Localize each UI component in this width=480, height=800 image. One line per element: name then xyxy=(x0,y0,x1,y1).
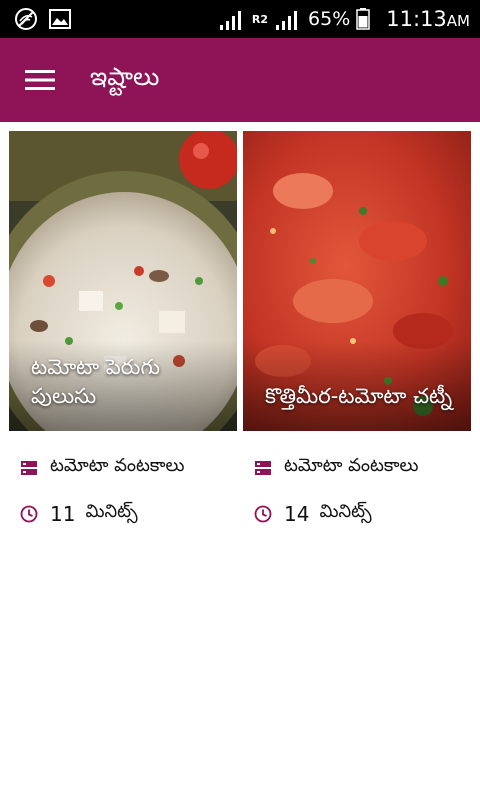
recipe-card[interactable]: టమోటా పెరుగు పులుసు టమోటా వంటకాలు 11 మిన… xyxy=(9,131,237,551)
recipe-title[interactable]: కొత్తిమీర-టమోటా చట్నీ xyxy=(265,382,457,411)
page-title: ఇష్టాలు xyxy=(90,62,160,91)
status-left-icons xyxy=(14,7,72,31)
clock-ampm: AM xyxy=(446,12,470,30)
recipe-image[interactable]: కొత్తిమీర-టమోటా చట్నీ xyxy=(243,131,471,431)
status-bar: R2 65% 11:13AM xyxy=(0,0,480,38)
clock-time: 11:13AM xyxy=(386,7,470,31)
recipe-title[interactable]: టమోటా పెరుగు పులుసు xyxy=(31,353,223,411)
menu-button[interactable] xyxy=(20,60,60,100)
network-type-label: R2 xyxy=(251,12,269,26)
recipe-card[interactable]: కొత్తిమీర-టమోటా చట్నీ టమోటా వంటకాలు 14 మ… xyxy=(243,131,471,551)
clock-icon xyxy=(20,505,38,522)
category-icon xyxy=(255,460,271,475)
clock-hours-minutes: 11:13 xyxy=(386,7,447,31)
status-right-icons: R2 65% 11:13AM xyxy=(218,4,470,34)
recipe-image[interactable]: టమోటా పెరుగు పులుసు xyxy=(9,131,237,431)
hamburger-menu-icon[interactable] xyxy=(25,68,55,92)
recipe-time-value: 11 xyxy=(50,501,76,526)
recipe-time-unit: మినిట్స్ xyxy=(319,501,372,522)
app-bar: ఇష్టాలు xyxy=(0,38,480,122)
recipe-time-value: 14 xyxy=(284,501,310,526)
favorites-grid: టమోటా పెరుగు పులుసు టమోటా వంటకాలు 11 మిన… xyxy=(9,131,471,551)
recipe-category: టమోటా వంటకాలు xyxy=(50,455,185,476)
recipe-time-unit: మినిట్స్ xyxy=(85,501,138,522)
recipe-category-row: టమోటా వంటకాలు xyxy=(20,455,185,480)
recipe-category: టమోటా వంటకాలు xyxy=(284,455,419,476)
image-icon xyxy=(49,9,71,29)
category-icon xyxy=(21,460,37,475)
battery-icon xyxy=(356,8,371,30)
clock-icon xyxy=(254,505,272,522)
recipe-meta: టమోటా వంటకాలు 11 మినిట్స్ xyxy=(9,431,237,551)
battery-percent: 65% xyxy=(308,8,351,30)
signal-icon xyxy=(276,11,298,30)
wifi-disabled-icon xyxy=(15,8,37,30)
recipe-time-row: 11 మినిట్స్ xyxy=(20,501,138,526)
recipe-time-row: 14 మినిట్స్ xyxy=(254,501,372,526)
recipe-category-row: టమోటా వంటకాలు xyxy=(254,455,419,480)
signal-icon xyxy=(219,11,241,30)
recipe-meta: టమోటా వంటకాలు 14 మినిట్స్ xyxy=(243,431,471,551)
